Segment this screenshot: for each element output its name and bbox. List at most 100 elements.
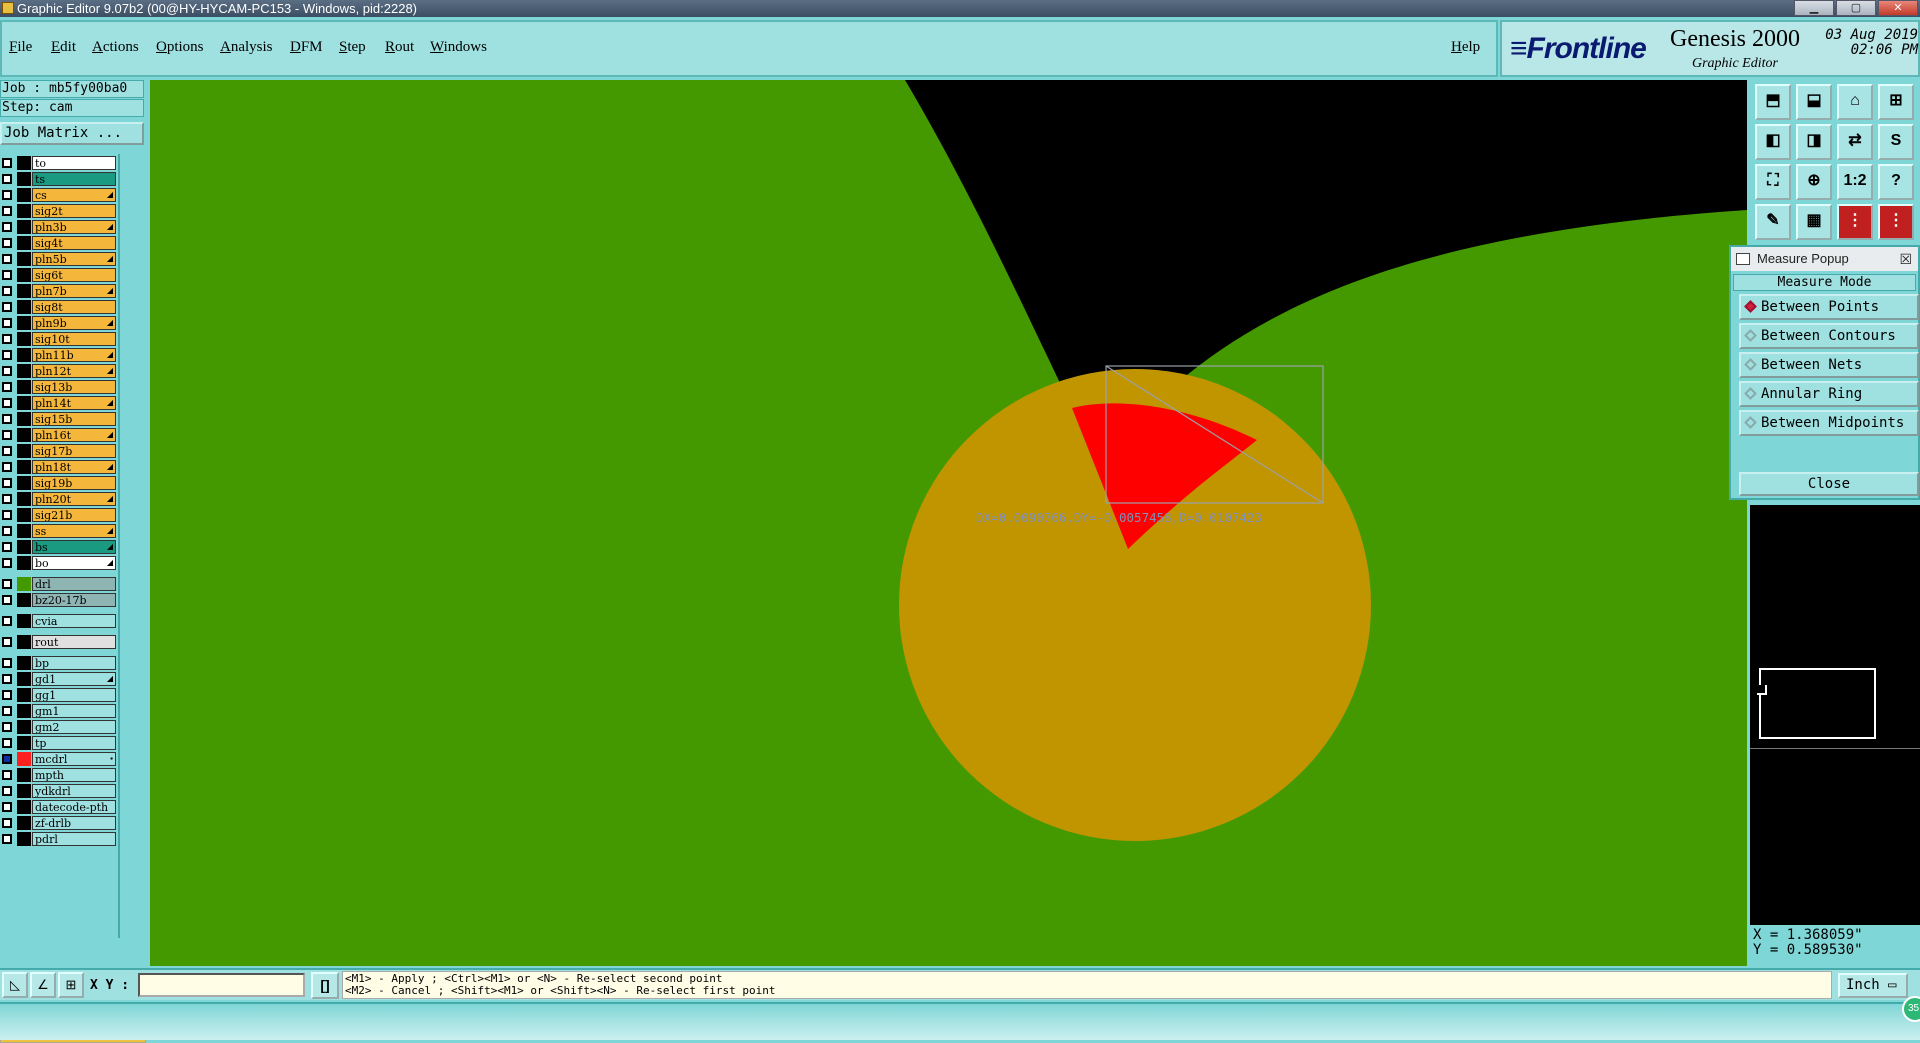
- layer-name[interactable]: pln18t: [32, 460, 116, 474]
- unit-selector[interactable]: Inch ▭: [1838, 973, 1908, 998]
- ratio-icon[interactable]: 1:2: [1837, 164, 1873, 200]
- layer-row[interactable]: bo ◢: [0, 555, 117, 570]
- layer-row[interactable]: sig2t: [0, 203, 117, 218]
- layer-checkbox[interactable]: [2, 510, 12, 520]
- layer-checkbox[interactable]: [2, 286, 12, 296]
- layer-checkbox[interactable]: [2, 398, 12, 408]
- layer-checkbox[interactable]: [2, 350, 12, 360]
- layer-name[interactable]: sig21b: [32, 508, 116, 522]
- layer-row[interactable]: pln14t ◢: [0, 395, 117, 410]
- layer-checkbox[interactable]: [2, 595, 12, 605]
- layer-name[interactable]: sig10t: [32, 332, 116, 346]
- layer-row[interactable]: mcdrl ▪: [0, 751, 117, 766]
- paint-icon[interactable]: ✎: [1755, 204, 1791, 240]
- layer-checkbox[interactable]: [2, 414, 12, 424]
- layer-checkbox[interactable]: [2, 542, 12, 552]
- layer-row[interactable]: sig6t: [0, 267, 117, 282]
- layer-row[interactable]: sig8t: [0, 299, 117, 314]
- option-between-points[interactable]: Between Points: [1739, 294, 1919, 320]
- toggle-icon[interactable]: ⇄: [1837, 124, 1873, 160]
- layer-row[interactable]: rout: [0, 634, 117, 649]
- layer-checkbox[interactable]: [2, 722, 12, 732]
- layer-checkbox[interactable]: [2, 430, 12, 440]
- measure-close-button[interactable]: Close: [1739, 472, 1919, 496]
- layer-row[interactable]: pln7b ◢: [0, 283, 117, 298]
- layer-name[interactable]: pln14t: [32, 396, 116, 410]
- layer-checkbox[interactable]: [2, 494, 12, 504]
- layer-row[interactable]: bs ◢: [0, 539, 117, 554]
- layer-row[interactable]: sig17b: [0, 443, 117, 458]
- angle-tool-icon[interactable]: ∠: [30, 972, 56, 998]
- layer-checkbox[interactable]: [2, 478, 12, 488]
- layer-row[interactable]: sig15b: [0, 411, 117, 426]
- layer-checkbox[interactable]: [2, 334, 12, 344]
- layer-row[interactable]: sig21b: [0, 507, 117, 522]
- layer-checkbox[interactable]: [2, 616, 12, 626]
- layer-checkbox[interactable]: [2, 558, 12, 568]
- layer-row[interactable]: drl: [0, 576, 117, 591]
- layer-name[interactable]: ydkdrl: [32, 784, 116, 798]
- layer-name[interactable]: cs: [32, 188, 116, 202]
- job-matrix-button[interactable]: Job Matrix ...: [0, 122, 144, 145]
- layer-row[interactable]: sig19b: [0, 475, 117, 490]
- menu-edit[interactable]: Edit: [51, 39, 76, 56]
- menu-options[interactable]: Options: [156, 39, 204, 56]
- layer-row[interactable]: cvia: [0, 613, 117, 628]
- overview-map[interactable]: [1750, 505, 1920, 928]
- layer-checkbox[interactable]: [2, 834, 12, 844]
- grid-tool-icon[interactable]: ⊞: [58, 972, 84, 998]
- layer-checkbox[interactable]: [2, 786, 12, 796]
- layer-name[interactable]: zf-drlb: [32, 816, 116, 830]
- layer-name[interactable]: to: [32, 156, 116, 170]
- layer-row[interactable]: ts: [0, 171, 117, 186]
- net-red-icon[interactable]: ⋮: [1837, 204, 1873, 240]
- snap-up-icon[interactable]: ⬒: [1755, 84, 1791, 120]
- layer-row[interactable]: sig13b: [0, 379, 117, 394]
- layer-checkbox[interactable]: [2, 738, 12, 748]
- layer-checkbox[interactable]: [2, 446, 12, 456]
- option-between-contours[interactable]: Between Contours: [1739, 323, 1919, 349]
- layer-row[interactable]: pln12t ◢: [0, 363, 117, 378]
- menu-file[interactable]: File: [9, 39, 32, 56]
- popup-close-icon[interactable]: ☒: [1899, 247, 1912, 271]
- snap-down-icon[interactable]: ⬓: [1796, 84, 1832, 120]
- layer-name[interactable]: pln9b: [32, 316, 116, 330]
- layer-checkbox[interactable]: [2, 302, 12, 312]
- layer-name[interactable]: pln3b: [32, 220, 116, 234]
- layer-name[interactable]: drl: [32, 577, 116, 591]
- pan-right-icon[interactable]: ◨: [1796, 124, 1832, 160]
- layer-checkbox[interactable]: [2, 754, 12, 764]
- layer-checkbox[interactable]: [2, 526, 12, 536]
- layer-name[interactable]: bo: [32, 556, 116, 570]
- xy-input[interactable]: [138, 973, 305, 997]
- layer-name[interactable]: pdrl: [32, 832, 116, 846]
- layer-name[interactable]: bz20-17b: [32, 593, 116, 607]
- snap-tool-icon[interactable]: ◺: [2, 972, 28, 998]
- window-icon[interactable]: ⊞: [1878, 84, 1914, 120]
- layer-checkbox[interactable]: [2, 238, 12, 248]
- layer-checkbox[interactable]: [2, 690, 12, 700]
- layer-name[interactable]: sig15b: [32, 412, 116, 426]
- layer-row[interactable]: pln18t ◢: [0, 459, 117, 474]
- option-between-nets[interactable]: Between Nets: [1739, 352, 1919, 378]
- layer-checkbox[interactable]: [2, 254, 12, 264]
- layer-row[interactable]: ss ◢: [0, 523, 117, 538]
- help-icon[interactable]: ?: [1878, 164, 1914, 200]
- menu-actions[interactable]: Actions: [92, 39, 139, 56]
- layer-row[interactable]: pdrl: [0, 831, 117, 846]
- option-between-midpoints[interactable]: Between Midpoints: [1739, 410, 1919, 436]
- layer-name[interactable]: sig19b: [32, 476, 116, 490]
- layer-name[interactable]: pln12t: [32, 364, 116, 378]
- layer-name[interactable]: sig8t: [32, 300, 116, 314]
- layer-name[interactable]: mcdrl: [32, 752, 116, 766]
- layer-checkbox[interactable]: [2, 770, 12, 780]
- menu-step[interactable]: Step: [339, 39, 366, 56]
- layer-checkbox[interactable]: [2, 706, 12, 716]
- layer-row[interactable]: mpth: [0, 767, 117, 782]
- close-window-button[interactable]: ✕: [1878, 0, 1918, 16]
- layer-checkbox[interactable]: [2, 318, 12, 328]
- layer-row[interactable]: pln20t ◢: [0, 491, 117, 506]
- layer-name[interactable]: sig2t: [32, 204, 116, 218]
- layer-name[interactable]: bp: [32, 656, 116, 670]
- layer-checkbox[interactable]: [2, 158, 12, 168]
